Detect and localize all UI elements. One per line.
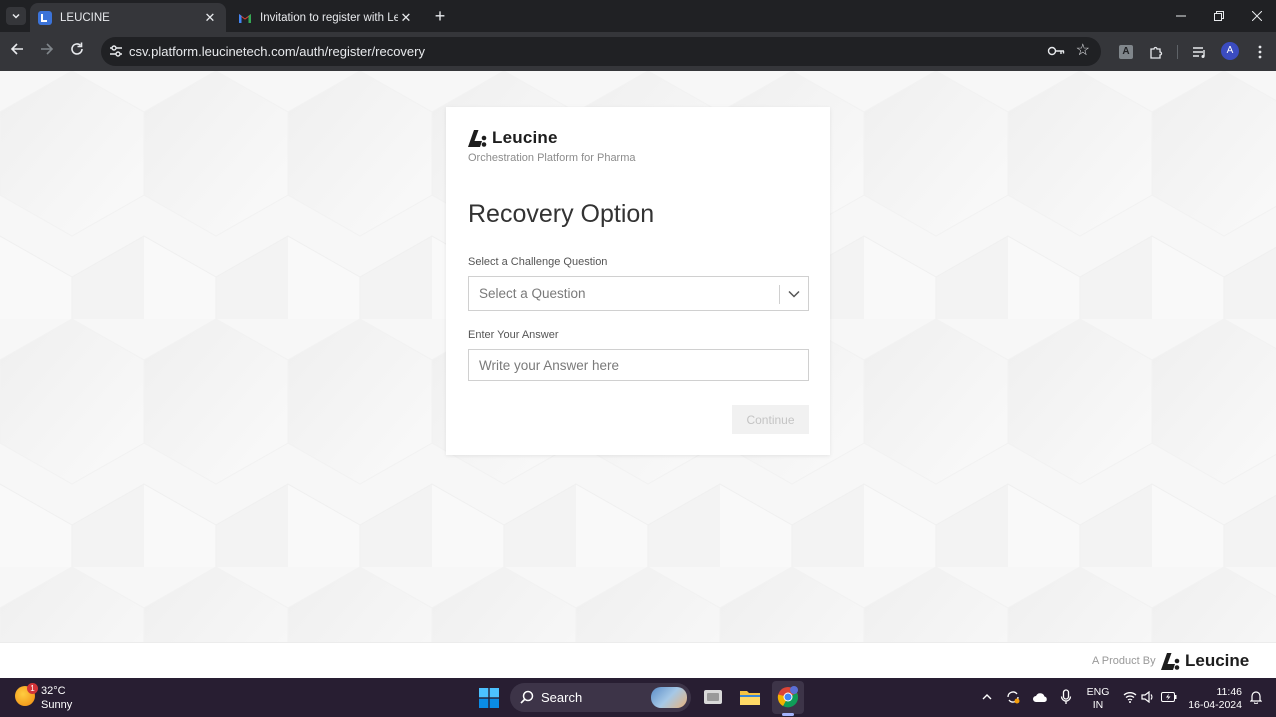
browser-menu-icon[interactable] (1250, 42, 1270, 62)
windows-taskbar: 1 32°C Sunny Search ENG IN 11:46 16-04-2… (0, 678, 1276, 717)
wifi-icon[interactable] (1122, 689, 1138, 705)
password-key-icon[interactable] (1047, 44, 1065, 58)
select-divider (779, 285, 780, 304)
window-close-icon[interactable] (1238, 0, 1276, 32)
task-view-icon[interactable] (702, 686, 724, 708)
reload-icon[interactable] (66, 41, 88, 63)
battery-icon[interactable] (1161, 689, 1177, 705)
brand-name: Leucine (492, 128, 558, 147)
site-settings-icon[interactable] (109, 44, 123, 58)
footer-brand: Leucine (1161, 651, 1249, 671)
search-icon (520, 690, 534, 704)
windows-start-icon[interactable] (479, 688, 499, 708)
leucine-logo-icon (468, 129, 487, 147)
url-text: csv.platform.leucinetech.com/auth/regist… (129, 44, 425, 59)
recovery-card: Leucine Orchestration Platform for Pharm… (446, 107, 830, 455)
leucine-favicon-icon (38, 10, 52, 25)
minimize-icon[interactable] (1162, 0, 1200, 32)
clock-time[interactable]: 11:46 (1186, 686, 1243, 698)
sync-icon[interactable] (1005, 689, 1021, 705)
select-placeholder: Select a Question (479, 286, 586, 301)
extensions-puzzle-icon[interactable] (1146, 42, 1166, 62)
media-queue-icon[interactable] (1190, 42, 1210, 62)
back-arrow-icon[interactable] (6, 41, 28, 63)
tab-search-menu-button[interactable] (6, 7, 26, 25)
forward-arrow-icon[interactable] (36, 41, 58, 63)
weather-temperature[interactable]: 32°C (41, 685, 66, 697)
browser-toolbar: csv.platform.leucinetech.com/auth/regist… (0, 32, 1276, 71)
continue-button[interactable]: Continue (732, 405, 809, 434)
restore-icon[interactable] (1200, 0, 1238, 32)
answer-label: Enter Your Answer (468, 329, 559, 341)
page-viewport: Leucine Orchestration Platform for Pharm… (0, 71, 1276, 678)
tab-title: LEUCINE (60, 11, 110, 24)
chrome-icon[interactable] (777, 686, 799, 708)
toolbar-divider (1177, 45, 1178, 59)
question-label: Select a Challenge Question (468, 256, 608, 268)
file-explorer-icon[interactable] (739, 686, 761, 708)
answer-input[interactable] (468, 349, 809, 381)
extension-a-icon[interactable]: A (1116, 42, 1136, 62)
chevron-down-icon[interactable] (787, 287, 801, 301)
language-line2[interactable]: IN (1086, 699, 1110, 711)
bookmark-star-icon[interactable]: ☆ (1076, 41, 1090, 61)
clock-date[interactable]: 16-04-2024 (1182, 699, 1242, 711)
address-bar[interactable]: csv.platform.leucinetech.com/auth/regist… (101, 37, 1101, 66)
page-title: Recovery Option (468, 200, 655, 228)
new-tab-plus-icon[interactable]: + (430, 6, 450, 26)
weather-description[interactable]: Sunny (41, 699, 72, 711)
tab-leucine[interactable]: LEUCINE ✕ (30, 3, 226, 32)
onedrive-cloud-icon[interactable] (1032, 689, 1048, 705)
tab-close-icon[interactable]: ✕ (398, 10, 414, 26)
challenge-question-select[interactable]: Select a Question (468, 276, 809, 311)
window-controls (1162, 0, 1276, 32)
tab-gmail-invitation[interactable]: Invitation to register with Leucine ✕ (230, 3, 422, 32)
page-footer: A Product By Leucine (0, 642, 1276, 678)
search-highlight-art (651, 687, 687, 708)
taskbar-search[interactable]: Search (510, 683, 691, 712)
brand-tagline: Orchestration Platform for Pharma (468, 152, 636, 164)
active-app-indicator (782, 713, 794, 716)
chevron-up-icon[interactable] (979, 689, 995, 705)
weather-badge: 1 (27, 683, 38, 694)
profile-avatar[interactable]: A (1221, 42, 1239, 60)
volume-icon[interactable] (1140, 689, 1156, 705)
notification-bell-icon[interactable] (1248, 689, 1264, 705)
microphone-icon[interactable] (1058, 689, 1074, 705)
footer-product-by: A Product By (1092, 655, 1156, 667)
gmail-icon (239, 13, 251, 23)
search-label: Search (541, 690, 583, 705)
language-line1[interactable]: ENG (1086, 686, 1110, 698)
tab-title: Invitation to register with Leucine (260, 11, 398, 24)
tab-close-icon[interactable]: ✕ (202, 10, 218, 26)
browser-tab-strip: LEUCINE ✕ Invitation to register with Le… (0, 0, 1276, 32)
brand-header: Leucine (468, 128, 558, 148)
chevron-down-icon (12, 13, 20, 19)
footer-brand-name: Leucine (1185, 651, 1250, 670)
leucine-logo-icon (1161, 652, 1180, 670)
